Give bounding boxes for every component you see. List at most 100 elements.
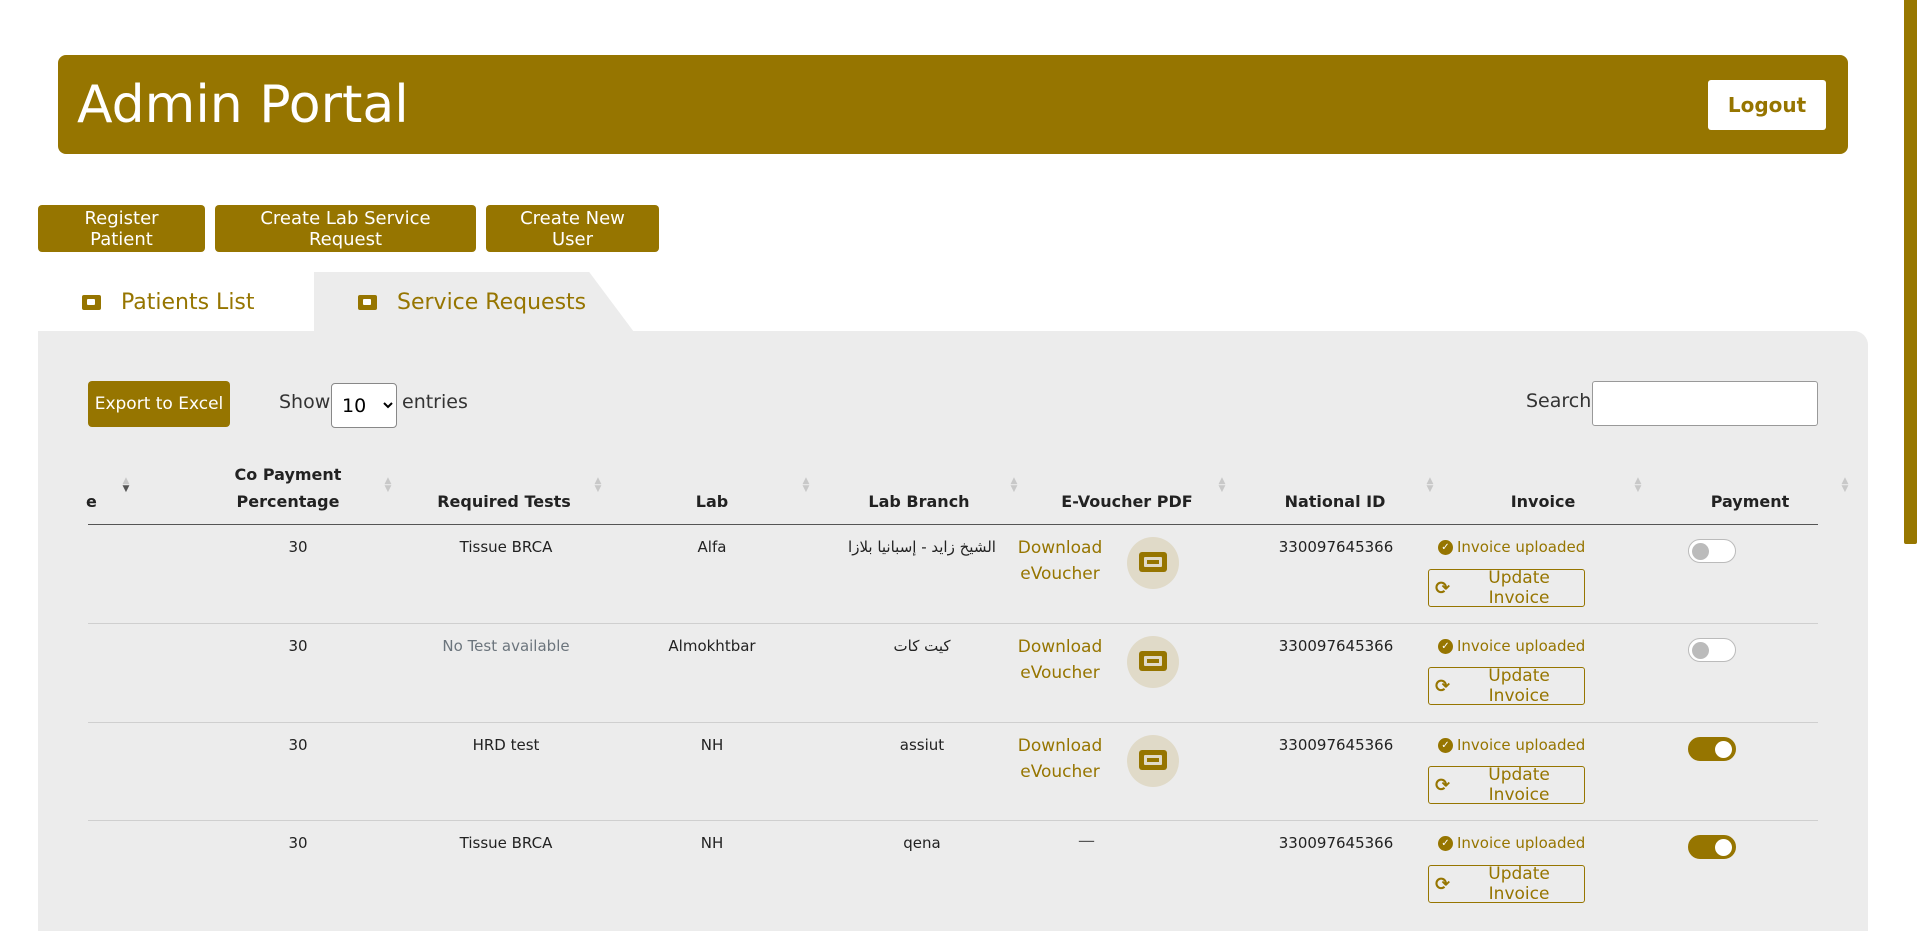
download-evoucher-link[interactable]: Download eVoucher (1010, 634, 1110, 686)
register-patient-button[interactable]: Register Patient (38, 205, 205, 252)
update-invoice-label: Update Invoice (1488, 666, 1550, 706)
payment-toggle[interactable] (1688, 737, 1736, 761)
sort-icon: ▲ ▼ (1841, 476, 1849, 494)
refresh-icon: ⟳ (1435, 675, 1451, 697)
scrollbar-thumb[interactable] (1904, 0, 1917, 544)
column-header-lab[interactable]: Lab ▲ ▼ (608, 459, 816, 515)
header-divider (88, 524, 1818, 525)
copay-cell: 30 (288, 538, 308, 556)
required-tests-cell: Tissue BRCA (459, 834, 553, 852)
lab-cell: NH (700, 834, 724, 852)
id-card-icon (82, 294, 101, 310)
refresh-icon: ⟳ (1435, 774, 1451, 796)
search-label: Search: (1526, 390, 1598, 412)
update-invoice-button[interactable]: ⟳ Update Invoice (1428, 568, 1585, 608)
page-scrollbar[interactable] (1903, 0, 1918, 902)
download-link-text: eVoucher (1020, 564, 1100, 584)
lab-branch-cell: كيت كات (893, 637, 951, 655)
sort-icon: ▲ ▼ (384, 476, 392, 494)
lab-branch-cell: qena (903, 834, 941, 852)
show-label: Show (279, 391, 331, 413)
invoice-status-text: Invoice uploaded (1457, 538, 1586, 556)
update-invoice-button[interactable]: ⟳ Update Invoice (1428, 864, 1585, 904)
download-evoucher-link[interactable]: Download eVoucher (1010, 535, 1110, 587)
national-id-cell: 330097645366 (1278, 834, 1394, 852)
row-divider (88, 623, 1818, 624)
column-header-copay[interactable]: Co Payment Percentage ▲ ▼ (178, 459, 398, 515)
sort-icon: ▲ ▼ (594, 476, 602, 494)
tab-patients-list[interactable]: Patients List (38, 272, 313, 332)
invoice-status: ✓ Invoice uploaded (1438, 834, 1585, 852)
row-divider (88, 722, 1818, 723)
national-id-cell: 330097645366 (1278, 538, 1394, 556)
update-invoice-label: Update Invoice (1488, 568, 1550, 608)
column-header-label: e (86, 492, 97, 511)
column-header-invoice[interactable]: Invoice ▲ ▼ (1438, 459, 1648, 515)
download-evoucher-link[interactable]: Download eVoucher (1010, 733, 1110, 785)
invoice-status: ✓ Invoice uploaded (1438, 637, 1585, 655)
column-header-label: Payment (1710, 492, 1790, 511)
refresh-icon: ⟳ (1435, 577, 1451, 599)
sort-icon: ▲ ▼ (1010, 476, 1018, 494)
refresh-icon: ⟳ (1435, 873, 1451, 895)
copay-cell: 30 (288, 637, 308, 655)
create-new-user-button[interactable]: Create New User (486, 205, 659, 252)
search-input[interactable] (1592, 381, 1818, 426)
column-header-label: Percentage (236, 492, 340, 511)
check-circle-icon: ✓ (1438, 835, 1453, 851)
column-header-label: Lab Branch (868, 492, 970, 511)
update-invoice-button[interactable]: ⟳ Update Invoice (1428, 765, 1585, 805)
service-requests-panel: Export to Excel Show 10 entries Search: … (38, 331, 1868, 931)
update-invoice-label: Update Invoice (1488, 765, 1550, 805)
copay-cell: 30 (288, 736, 308, 754)
entries-select[interactable]: 10 (331, 383, 397, 428)
row-divider (88, 820, 1818, 821)
invoice-status: ✓ Invoice uploaded (1438, 538, 1585, 556)
download-link-text: Download (1017, 538, 1103, 558)
download-link-text: eVoucher (1020, 663, 1100, 683)
column-header-partial[interactable]: e ▲ ▼ (86, 459, 136, 515)
page-title: Admin Portal (77, 75, 409, 135)
column-header-evoucher-pdf[interactable]: E-Voucher PDF ▲ ▼ (1022, 459, 1232, 515)
export-excel-button[interactable]: Export to Excel (88, 381, 230, 427)
lab-cell: Almokhtbar (668, 637, 756, 655)
sort-icon: ▲ ▼ (122, 476, 130, 494)
payment-toggle[interactable] (1688, 638, 1736, 662)
logout-button[interactable]: Logout (1708, 80, 1826, 130)
invoice-status-text: Invoice uploaded (1457, 736, 1586, 754)
column-header-label: National ID (1284, 492, 1386, 511)
payment-toggle[interactable] (1688, 835, 1736, 859)
check-circle-icon: ✓ (1438, 539, 1453, 555)
lab-cell: Alfa (697, 538, 727, 556)
column-header-lab-branch[interactable]: Lab Branch ▲ ▼ (814, 459, 1024, 515)
tab-label: Patients List (121, 289, 255, 315)
voucher-ticket-icon[interactable] (1127, 537, 1179, 589)
voucher-ticket-icon[interactable] (1127, 636, 1179, 688)
column-header-label: Lab (695, 492, 729, 511)
ticket-icon (358, 294, 377, 310)
payment-toggle[interactable] (1688, 539, 1736, 563)
column-header-required-tests[interactable]: Required Tests ▲ ▼ (400, 459, 608, 515)
column-header-label: Required Tests (437, 492, 571, 511)
update-invoice-button[interactable]: ⟳ Update Invoice (1428, 666, 1585, 706)
app-header: Admin Portal Logout (58, 55, 1848, 154)
entries-label: entries (402, 391, 468, 413)
invoice-status: ✓ Invoice uploaded (1438, 736, 1585, 754)
lab-branch-cell: الشيخ زايد - إسبانيا بلازا (848, 538, 996, 556)
copay-cell: 30 (288, 834, 308, 852)
column-header-national-id[interactable]: National ID ▲ ▼ (1230, 459, 1440, 515)
required-tests-cell: No Test available (442, 637, 570, 655)
check-circle-icon: ✓ (1438, 638, 1453, 654)
sort-icon: ▲ ▼ (1426, 476, 1434, 494)
voucher-ticket-icon[interactable] (1127, 735, 1179, 787)
create-lab-service-request-button[interactable]: Create Lab Service Request (215, 205, 476, 252)
lab-cell: NH (700, 736, 724, 754)
check-circle-icon: ✓ (1438, 737, 1453, 753)
required-tests-cell: Tissue BRCA (459, 538, 553, 556)
tab-service-requests[interactable]: Service Requests (314, 272, 634, 332)
sort-icon: ▲ ▼ (1218, 476, 1226, 494)
column-header-label: Co Payment (234, 465, 342, 484)
column-header-payment[interactable]: Payment ▲ ▼ (1645, 459, 1855, 515)
invoice-status-text: Invoice uploaded (1457, 637, 1586, 655)
sort-icon: ▲ ▼ (802, 476, 810, 494)
